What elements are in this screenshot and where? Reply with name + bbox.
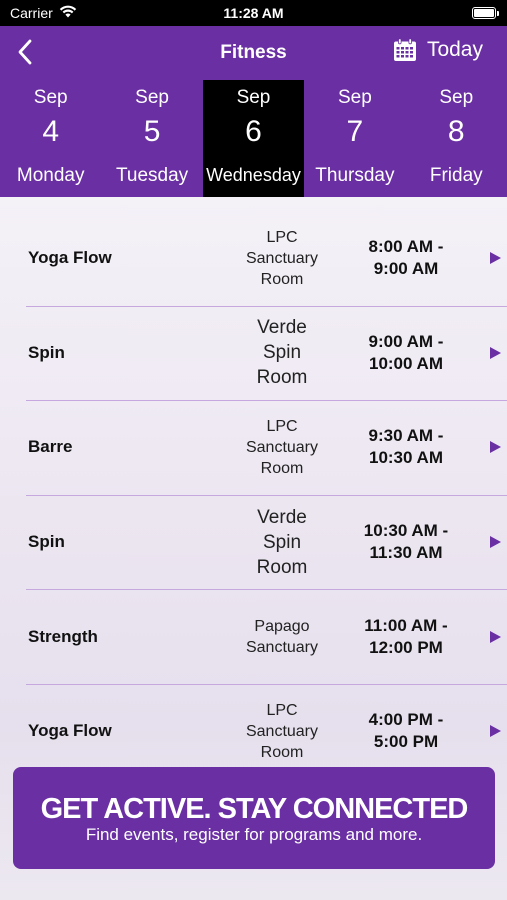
- class-time: 10:30 AM - 11:30 AM: [350, 520, 462, 564]
- promo-banner[interactable]: GET ACTIVE. STAY CONNECTED Find events, …: [13, 767, 495, 869]
- class-name: Spin: [28, 532, 65, 552]
- calendar-icon: [393, 38, 416, 61]
- day-tab-friday[interactable]: Sep 8 Friday: [406, 80, 507, 197]
- class-row[interactable]: Spin Verde Spin Room 10:30 AM - 11:30 AM: [0, 494, 507, 590]
- class-row[interactable]: Yoga Flow LPC Sanctuary Room 8:00 AM - 9…: [0, 211, 507, 306]
- day-tab-thursday[interactable]: Sep 7 Thursday: [304, 80, 405, 197]
- day-number: 8: [447, 115, 465, 148]
- day-number: 7: [346, 115, 364, 148]
- banner-subtitle: Find events, register for programs and m…: [85, 825, 423, 844]
- time-start: 8:00 AM -: [368, 237, 444, 257]
- day-weekday: Friday: [429, 165, 483, 186]
- location-line: Room: [260, 743, 304, 761]
- play-arrow-icon: [490, 346, 501, 359]
- status-bar: Carrier 11:28 AM: [0, 0, 507, 26]
- carrier-label: Carrier: [10, 5, 53, 21]
- class-name: Spin: [28, 342, 65, 362]
- banner-title: GET ACTIVE. STAY CONNECTED: [40, 793, 469, 825]
- class-location: Verde Spin Room: [226, 505, 338, 580]
- day-selector: Sep 4 Monday Sep 5 Tuesday Sep 6 Wednesd…: [0, 80, 507, 197]
- class-row[interactable]: Barre LPC Sanctuary Room 9:30 AM - 10:30…: [0, 400, 507, 495]
- class-location: LPC Sanctuary Room: [226, 416, 338, 479]
- battery-icon: [472, 7, 499, 19]
- day-number: 6: [245, 115, 262, 148]
- location-line: Sanctuary: [245, 438, 319, 456]
- day-month: Sep: [337, 87, 372, 108]
- time-start: 10:30 AM -: [363, 521, 449, 541]
- day-weekday: Tuesday: [116, 165, 189, 186]
- day-month: Sep: [33, 87, 68, 108]
- location-line: Verde: [257, 317, 307, 339]
- day-tab-monday[interactable]: Sep 4 Monday: [0, 80, 101, 197]
- day-tab-wednesday[interactable]: Sep 6 Wednesday: [202, 80, 305, 197]
- day-month: Sep: [236, 87, 271, 108]
- play-arrow-icon: [490, 536, 501, 549]
- today-button[interactable]: Today: [393, 38, 483, 62]
- play-arrow-icon: [490, 725, 501, 738]
- location-line: Sanctuary: [245, 722, 319, 740]
- location-line: Verde: [257, 506, 307, 528]
- class-location: Papago Sanctuary: [226, 616, 338, 658]
- nav-header: Fitness Today: [0, 26, 507, 80]
- location-line: Papago: [254, 617, 310, 635]
- play-arrow-icon: [490, 630, 501, 643]
- play-arrow-icon: [490, 441, 501, 454]
- time-end: 12:00 PM: [369, 637, 443, 657]
- day-weekday: Wednesday: [206, 165, 301, 185]
- location-line: Room: [260, 270, 304, 288]
- class-list: Yoga Flow LPC Sanctuary Room 8:00 AM - 9…: [0, 211, 507, 779]
- location-line: Room: [256, 556, 308, 578]
- day-tab-tuesday[interactable]: Sep 5 Tuesday: [101, 80, 202, 197]
- class-time: 8:00 AM - 9:00 AM: [350, 236, 462, 280]
- class-row[interactable]: Spin Verde Spin Room 9:00 AM - 10:00 AM: [0, 305, 507, 401]
- class-name: Yoga Flow: [28, 248, 112, 268]
- class-name: Strength: [28, 626, 98, 646]
- class-location: LPC Sanctuary Room: [226, 227, 338, 290]
- time-end: 11:30 AM: [369, 543, 443, 563]
- wifi-icon: [59, 5, 77, 21]
- location-line: LPC: [266, 228, 298, 246]
- class-name: Yoga Flow: [28, 721, 112, 741]
- day-number: 5: [143, 115, 161, 148]
- class-location: Verde Spin Room: [226, 315, 338, 390]
- location-line: Spin: [262, 531, 302, 553]
- today-label: Today: [426, 38, 483, 61]
- class-row[interactable]: Strength Papago Sanctuary 11:00 AM - 12:…: [0, 589, 507, 684]
- time-start: 9:30 AM -: [368, 426, 444, 446]
- class-time: 9:30 AM - 10:30 AM: [350, 425, 462, 469]
- play-arrow-icon: [490, 252, 501, 265]
- time-start: 4:00 PM -: [368, 710, 444, 730]
- time-start: 11:00 AM -: [364, 615, 448, 635]
- class-row[interactable]: Yoga Flow LPC Sanctuary Room 4:00 PM - 5…: [0, 683, 507, 779]
- location-line: Room: [256, 367, 308, 389]
- time-end: 9:00 AM: [373, 259, 439, 279]
- location-line: Sanctuary: [245, 638, 319, 656]
- day-weekday: Monday: [16, 165, 85, 186]
- status-carrier-group: Carrier: [10, 5, 77, 21]
- day-month: Sep: [135, 87, 169, 108]
- class-location: LPC Sanctuary Room: [226, 700, 338, 763]
- time-end: 10:30 AM: [368, 448, 443, 468]
- location-line: LPC: [266, 701, 298, 719]
- location-line: LPC: [266, 417, 298, 435]
- time-end: 5:00 PM: [373, 732, 439, 752]
- day-month: Sep: [439, 87, 474, 108]
- class-time: 4:00 PM - 5:00 PM: [350, 709, 462, 753]
- time-end: 10:00 AM: [368, 353, 443, 373]
- location-line: Room: [260, 459, 304, 477]
- day-weekday: Thursday: [315, 165, 395, 186]
- class-name: Barre: [28, 437, 73, 457]
- class-time: 11:00 AM - 12:00 PM: [350, 615, 462, 659]
- time-start: 9:00 AM -: [368, 331, 444, 351]
- location-line: Spin: [262, 342, 302, 364]
- class-time: 9:00 AM - 10:00 AM: [350, 331, 462, 375]
- location-line: Sanctuary: [245, 249, 319, 267]
- day-number: 4: [42, 115, 60, 148]
